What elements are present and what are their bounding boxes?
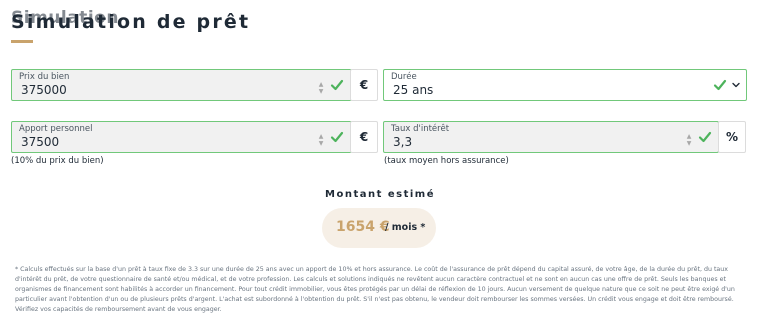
apport-input[interactable]: 37500 <box>21 135 59 149</box>
estimate-per-month: / mois * <box>385 222 426 233</box>
prix-input[interactable]: 375000 <box>21 83 67 97</box>
estimate-result: 1654 € / mois * <box>322 208 436 248</box>
prix-field[interactable]: Prix du bien 375000 ▲ ▼ <box>11 69 352 101</box>
check-icon <box>330 79 344 91</box>
prix-stepper-icon[interactable]: ▲ ▼ <box>317 82 325 96</box>
duree-label: Durée <box>391 72 417 82</box>
apport-stepper-icon[interactable]: ▲ ▼ <box>317 134 325 148</box>
taux-helper-text: (taux moyen hors assurance) <box>384 156 509 166</box>
apport-label: Apport personnel <box>19 124 93 134</box>
stepper-down-icon[interactable]: ▼ <box>317 89 325 95</box>
prix-label: Prix du bien <box>19 72 70 82</box>
taux-unit: % <box>718 121 746 153</box>
chevron-down-icon[interactable] <box>731 80 741 90</box>
legal-disclaimer: * Calculs effectués sur la base d'un prê… <box>15 266 735 313</box>
page-title-overlay: Simulation <box>11 8 119 28</box>
title-underline <box>11 40 33 43</box>
apport-helper-text: (10% du prix du bien) <box>11 156 104 166</box>
taux-stepper-icon[interactable]: ▲ ▼ <box>685 134 693 148</box>
check-icon <box>698 131 712 143</box>
apport-field[interactable]: Apport personnel 37500 ▲ ▼ <box>11 121 352 153</box>
stepper-down-icon[interactable]: ▼ <box>685 141 693 147</box>
apport-unit: € <box>350 121 378 153</box>
prix-unit: € <box>350 69 378 101</box>
check-icon <box>713 79 727 91</box>
taux-field[interactable]: Taux d'intérêt 3,3 ▲ ▼ <box>383 121 719 153</box>
duree-value: 25 ans <box>393 83 434 97</box>
duree-select[interactable]: Durée 25 ans <box>383 69 747 101</box>
taux-label: Taux d'intérêt <box>391 124 450 134</box>
stepper-down-icon[interactable]: ▼ <box>317 141 325 147</box>
estimate-amount: 1654 € <box>336 219 390 235</box>
taux-input[interactable]: 3,3 <box>393 135 412 149</box>
estimate-title: Montant estimé <box>325 189 435 200</box>
page-header: Simulation de prêt Simulation <box>11 4 311 44</box>
check-icon <box>330 131 344 143</box>
